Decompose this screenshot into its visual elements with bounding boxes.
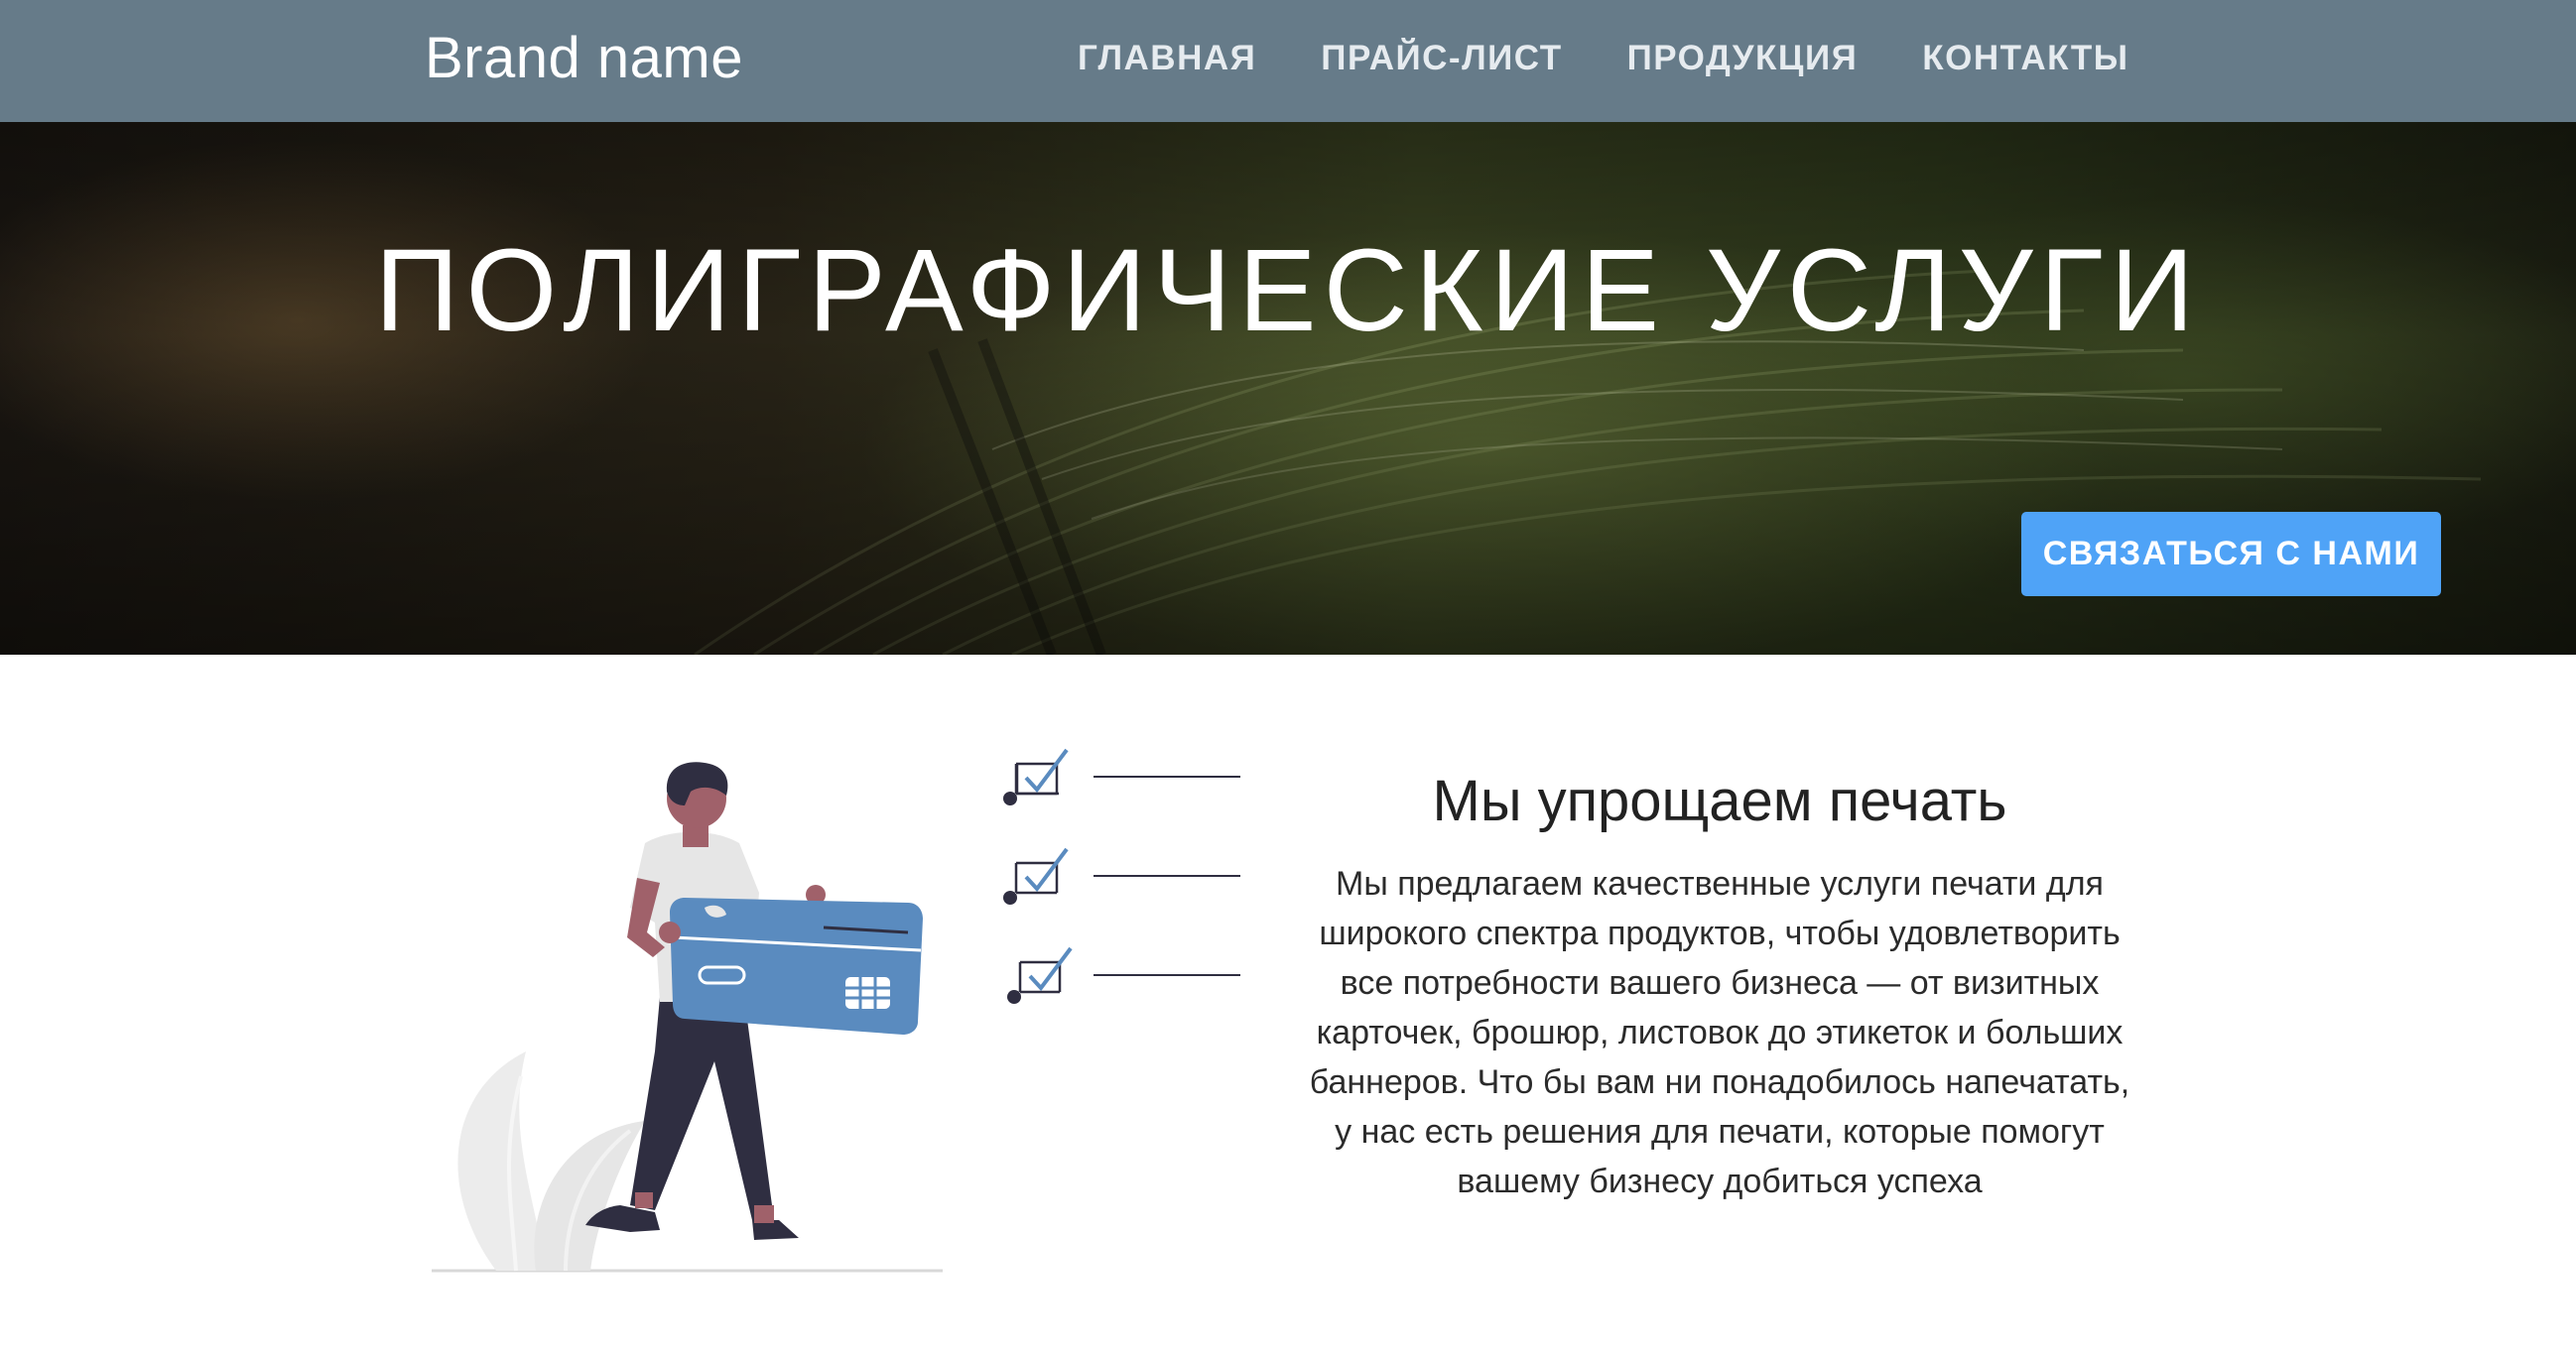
brand-link[interactable]: Brand name bbox=[425, 24, 743, 93]
hero-title: ПОЛИГРАФИЧЕСКИЕ УСЛУГИ bbox=[374, 225, 2202, 356]
nav-link-home[interactable]: ГЛАВНАЯ bbox=[1078, 38, 1256, 79]
checkbox-icon bbox=[1003, 748, 1240, 1004]
nav-links: ГЛАВНАЯ ПРАЙС-ЛИСТ ПРОДУКЦИЯ КОНТАКТЫ bbox=[1078, 38, 2193, 79]
section-title: Мы упрощаем печать bbox=[1432, 769, 2007, 833]
nav-link-contacts[interactable]: КОНТАКТЫ bbox=[1922, 38, 2128, 79]
section-description: Мы предлагаем качественные услуги печати… bbox=[1309, 865, 2130, 1200]
nav-link-products[interactable]: ПРОДУКЦИЯ bbox=[1627, 38, 1859, 79]
plant-icon bbox=[457, 1051, 645, 1272]
hero-banner: ПОЛИГРАФИЧЕСКИЕ УСЛУГИ СВЯЗАТЬСЯ С НАМИ bbox=[0, 122, 2576, 655]
nav-link-price-list[interactable]: ПРАЙС-ЛИСТ bbox=[1321, 38, 1562, 79]
credit-card-icon bbox=[659, 898, 923, 1035]
illustration bbox=[432, 748, 1240, 1273]
navbar: Brand name ГЛАВНАЯ ПРАЙС-ЛИСТ ПРОДУКЦИЯ … bbox=[0, 0, 2576, 122]
contact-us-button[interactable]: СВЯЗАТЬСЯ С НАМИ bbox=[2021, 512, 2441, 596]
